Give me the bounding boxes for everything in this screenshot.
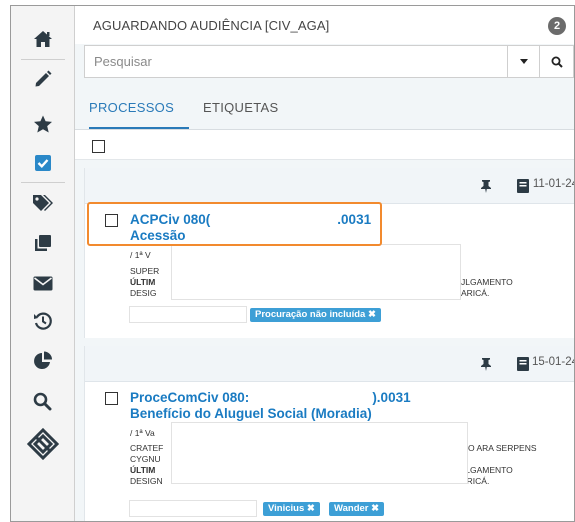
search-button[interactable] <box>540 45 574 78</box>
sidebar <box>11 6 75 521</box>
card-line-tail: JLGAMENTO <box>461 277 513 287</box>
tags-icon[interactable] <box>11 188 74 218</box>
star-icon[interactable] <box>11 109 74 139</box>
tab-processos[interactable]: PROCESSOS <box>89 100 174 115</box>
card-line-tail: JLGAMENTO <box>461 465 513 475</box>
envelope-icon[interactable] <box>11 268 74 298</box>
pie-chart-icon[interactable] <box>11 346 74 376</box>
process-card[interactable]: 15-01-24 ProceComCiv 080: ).0031 Benefíci… <box>84 346 574 521</box>
card-line: SUPER <box>130 266 160 276</box>
search-bar <box>84 45 574 78</box>
select-all-checkbox[interactable] <box>92 140 105 153</box>
history-icon[interactable] <box>11 306 74 336</box>
active-tab-indicator <box>89 127 189 129</box>
card-line: / 1ª V <box>130 250 151 260</box>
card-header: 15-01-24 <box>85 346 574 382</box>
search-dropdown-button[interactable] <box>507 45 540 78</box>
count-badge: 2 <box>548 17 566 35</box>
process-number-prefix: ProceComCiv 080: <box>130 390 250 405</box>
copy-icon[interactable] <box>11 228 74 258</box>
card-checkbox[interactable] <box>105 392 118 405</box>
tag-label[interactable]: Vinicius ✖ <box>263 502 320 516</box>
card-line: ÚLTIM <box>130 465 156 475</box>
main-panel: AGUARDANDO AUDIÊNCIA [CIV_AGA] 2 PROCESS… <box>75 6 574 521</box>
redacted-area <box>171 422 468 484</box>
search-input[interactable] <box>84 45 507 78</box>
tag-label[interactable]: Procuração não incluída ✖ <box>250 308 381 322</box>
card-line-tail: O ARA SERPENS <box>468 443 537 453</box>
sidebar-divider <box>21 182 65 183</box>
checkbox-icon[interactable] <box>11 148 74 178</box>
pencil-icon[interactable] <box>11 64 74 94</box>
process-number-link[interactable]: ProceComCiv 080: ).0031 <box>130 390 411 406</box>
tab-etiquetas[interactable]: ETIQUETAS <box>203 100 278 115</box>
pje-logo-icon[interactable] <box>11 426 74 462</box>
caret-down-icon <box>519 59 528 64</box>
card-line: ÚLTIM <box>130 277 156 287</box>
card-line-tail: ARICÁ. <box>461 288 490 298</box>
header: AGUARDANDO AUDIÊNCIA [CIV_AGA] 2 <box>75 6 574 44</box>
card-header: 11-01-24 <box>85 168 574 204</box>
sidebar-divider <box>21 59 65 60</box>
home-icon[interactable] <box>11 24 74 54</box>
redacted-tag <box>129 500 257 517</box>
card-date: 15-01-24 <box>531 356 575 368</box>
card-line: / 1ª Va <box>130 428 155 438</box>
app-frame: AGUARDANDO AUDIÊNCIA [CIV_AGA] 2 PROCESS… <box>10 5 575 522</box>
redacted-area <box>171 244 461 300</box>
tab-bar: PROCESSOS ETIQUETAS <box>75 92 574 130</box>
book-icon[interactable] <box>517 357 529 371</box>
pin-icon[interactable] <box>481 358 491 371</box>
process-subject: Benefício do Aluguel Social (Moradia) <box>130 406 372 421</box>
select-all-row <box>75 130 574 160</box>
card-line: DESIGN <box>130 476 163 486</box>
selection-highlight <box>87 202 382 246</box>
process-card[interactable]: 11-01-24 ACPCiv 080(.0031 Acessão / 1ª V… <box>84 168 574 338</box>
redacted-tag <box>129 306 247 323</box>
search-icon <box>551 56 563 68</box>
card-date: 11-01-24 <box>532 178 575 190</box>
book-icon[interactable] <box>517 179 529 193</box>
tag-label[interactable]: Wander ✖ <box>329 502 385 516</box>
card-line: CRATEF <box>130 443 164 453</box>
card-line: DESIG <box>130 288 157 298</box>
pin-icon[interactable] <box>481 180 491 193</box>
process-number-suffix: ).0031 <box>372 390 411 405</box>
card-line: CYGNU <box>130 454 161 464</box>
search-icon[interactable] <box>11 386 74 416</box>
page-title: AGUARDANDO AUDIÊNCIA [CIV_AGA] <box>93 18 330 33</box>
